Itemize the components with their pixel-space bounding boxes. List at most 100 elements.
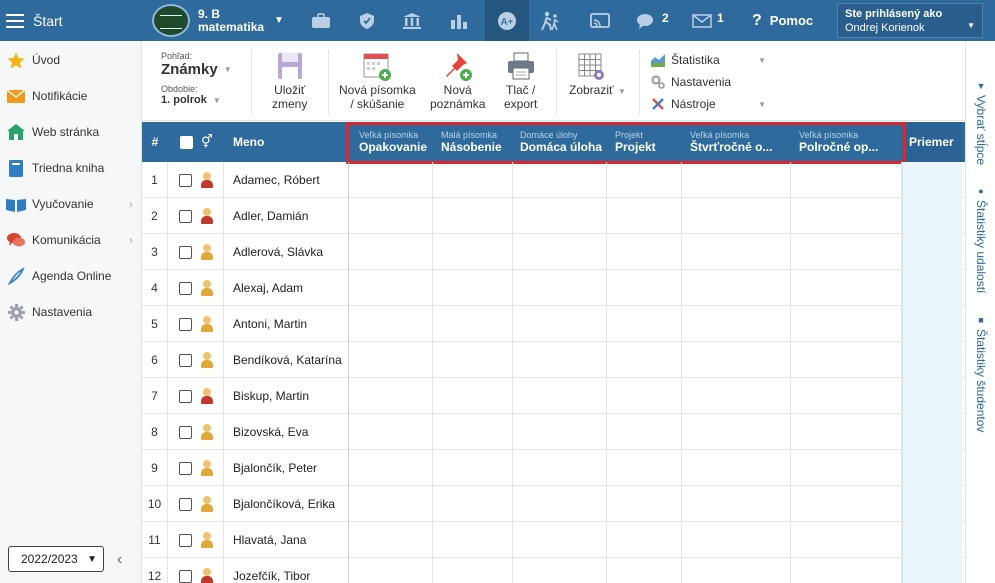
school-year-select[interactable]: 2022/2023 ▼ <box>8 546 104 572</box>
grade-cell[interactable] <box>513 378 607 414</box>
grade-cell[interactable] <box>791 522 902 558</box>
grade-cell[interactable] <box>349 342 433 378</box>
grade-cell[interactable] <box>349 522 433 558</box>
grade-cell[interactable] <box>513 450 607 486</box>
grade-cell[interactable] <box>513 414 607 450</box>
grade-cell[interactable] <box>682 198 791 234</box>
sidebar-item-vyucovanie[interactable]: Vyučovanie › <box>0 186 141 222</box>
grade-cell[interactable] <box>791 162 902 198</box>
student-name[interactable]: Antoni, Martin <box>224 306 349 342</box>
table-row[interactable]: 11 Hlavatá, Jana <box>142 522 965 558</box>
grade-cell[interactable] <box>513 162 607 198</box>
event-statistics-link[interactable]: ● Štatistiky udalostí <box>974 186 988 293</box>
student-name[interactable]: Bjalončíková, Erika <box>224 486 349 522</box>
grade-cell[interactable] <box>513 342 607 378</box>
grade-cell[interactable] <box>433 306 513 342</box>
grade-cell[interactable] <box>682 558 791 583</box>
shield-icon[interactable] <box>348 0 386 41</box>
grade-cell[interactable] <box>791 486 902 522</box>
grade-cell[interactable] <box>433 558 513 583</box>
display-button[interactable]: Zobraziť <box>569 51 614 97</box>
grade-cell[interactable] <box>433 234 513 270</box>
table-row[interactable]: 1 Adamec, Róbert <box>142 162 965 198</box>
user-menu[interactable]: Ste prihlásený ako Ondrej Korienok ▼ <box>837 3 983 38</box>
cast-icon[interactable] <box>581 0 619 41</box>
sidebar-item-triedna-kniha[interactable]: Triedna kniha <box>0 150 141 186</box>
student-name[interactable]: Adler, Damián <box>224 198 349 234</box>
select-all-checkbox[interactable] <box>180 135 193 149</box>
student-name[interactable]: Bjalončík, Peter <box>224 450 349 486</box>
settings-menu[interactable]: Nastavenia <box>651 71 766 93</box>
statistics-menu[interactable]: Štatistika ▼ <box>651 49 766 71</box>
grade-cell[interactable] <box>433 522 513 558</box>
average-header[interactable]: Priemer <box>902 122 962 162</box>
grade-cell[interactable] <box>682 234 791 270</box>
mail-icon[interactable] <box>683 0 721 41</box>
grade-cell[interactable] <box>433 450 513 486</box>
grade-cell[interactable] <box>433 162 513 198</box>
period-selector[interactable]: 1. polrok ▼ <box>161 94 241 106</box>
table-row[interactable]: 7 Biskup, Martin <box>142 378 965 414</box>
grade-cell[interactable] <box>513 522 607 558</box>
grade-cell[interactable] <box>682 342 791 378</box>
row-checkbox[interactable] <box>179 389 192 403</box>
table-row[interactable]: 5 Antoni, Martin <box>142 306 965 342</box>
table-row[interactable]: 12 Jozefčík, Tibor <box>142 558 965 583</box>
table-row[interactable]: 9 Bjalončík, Peter <box>142 450 965 486</box>
grade-cell[interactable] <box>607 234 682 270</box>
grade-cell[interactable] <box>791 558 902 583</box>
grade-cell[interactable] <box>791 198 902 234</box>
grade-cell[interactable] <box>791 378 902 414</box>
start-menu-button[interactable]: Štart <box>0 0 142 41</box>
row-checkbox[interactable] <box>179 533 192 547</box>
grade-cell[interactable] <box>607 342 682 378</box>
row-checkbox[interactable] <box>179 245 192 259</box>
grade-cell[interactable] <box>791 234 902 270</box>
hiking-icon[interactable] <box>531 0 569 41</box>
grade-cell[interactable] <box>607 378 682 414</box>
grade-cell[interactable] <box>349 198 433 234</box>
grade-cell[interactable] <box>607 198 682 234</box>
view-selector[interactable]: Pohľad: Známky ▼ Obdobie: 1. polrok ▼ <box>161 51 241 106</box>
sidebar-item-komunikacia[interactable]: Komunikácia › <box>0 222 141 258</box>
class-selector[interactable]: 9. B matematika ▼ <box>152 3 284 38</box>
grade-cell[interactable] <box>607 270 682 306</box>
table-row[interactable]: 10 Bjalončíková, Erika <box>142 486 965 522</box>
briefcase-icon[interactable] <box>302 0 340 41</box>
student-name[interactable]: Biskup, Martin <box>224 378 349 414</box>
grade-cell[interactable] <box>433 342 513 378</box>
grade-cell[interactable] <box>349 162 433 198</box>
grade-cell[interactable] <box>607 162 682 198</box>
row-checkbox[interactable] <box>179 353 192 367</box>
grade-cell[interactable] <box>607 306 682 342</box>
grade-cell[interactable] <box>433 270 513 306</box>
row-checkbox[interactable] <box>179 425 192 439</box>
grade-cell[interactable] <box>433 378 513 414</box>
grade-cell[interactable] <box>433 198 513 234</box>
collapse-sidebar-button[interactable]: ‹ <box>117 551 122 569</box>
grade-cell[interactable] <box>682 306 791 342</box>
grade-cell[interactable] <box>791 450 902 486</box>
grade-cell[interactable] <box>349 306 433 342</box>
grade-cell[interactable] <box>349 234 433 270</box>
grade-cell[interactable] <box>682 414 791 450</box>
grade-cell[interactable] <box>682 522 791 558</box>
table-row[interactable]: 6 Bendíková, Katarína <box>142 342 965 378</box>
row-checkbox[interactable] <box>179 461 192 475</box>
chat-icon[interactable] <box>627 0 665 41</box>
grade-cell[interactable] <box>607 450 682 486</box>
grade-cell[interactable] <box>433 414 513 450</box>
grade-cell[interactable] <box>349 450 433 486</box>
new-test-button[interactable]: Nová písomka / skúšanie <box>339 51 416 111</box>
table-row[interactable]: 8 Bizovská, Eva <box>142 414 965 450</box>
grade-cell[interactable] <box>791 342 902 378</box>
grade-cell[interactable] <box>349 414 433 450</box>
grade-cell[interactable] <box>682 486 791 522</box>
row-checkbox[interactable] <box>179 173 192 187</box>
grade-cell[interactable] <box>513 198 607 234</box>
grade-cell[interactable] <box>349 558 433 583</box>
row-checkbox[interactable] <box>179 317 192 331</box>
grades-icon[interactable]: A+ <box>485 0 529 41</box>
row-checkbox[interactable] <box>179 281 192 295</box>
grade-cell[interactable] <box>791 270 902 306</box>
